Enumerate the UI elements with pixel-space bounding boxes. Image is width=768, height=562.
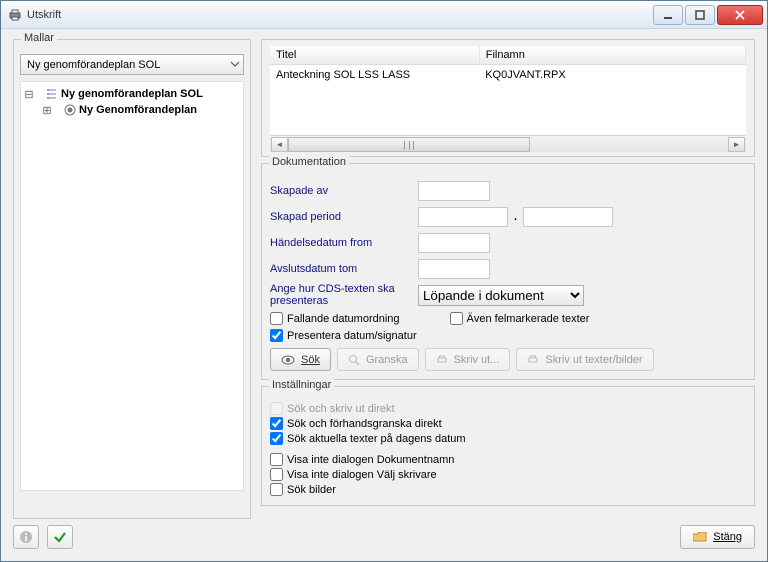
installningar-legend: Inställningar [269, 379, 334, 391]
dokumentation-legend: Dokumentation [269, 156, 349, 168]
close-window-button[interactable] [717, 5, 763, 25]
cell-filename: KQ0JVANT.RPX [479, 65, 745, 86]
visa-valj-label: Visa inte dialogen Välj skrivare [287, 469, 437, 481]
printer-small-icon [527, 354, 539, 366]
skriv-ut-button[interactable]: Skriv ut... [425, 348, 511, 371]
printer-small-icon [436, 354, 448, 366]
period-separator: . [514, 211, 517, 223]
folder-icon [693, 532, 707, 543]
mallar-group: Mallar Ny genomförandeplan SOL ⊟ Ny geno… [13, 39, 251, 519]
skapade-av-label: Skapade av [270, 185, 418, 197]
magnifier-icon [348, 354, 360, 366]
confirm-button[interactable] [47, 525, 73, 549]
horizontal-scrollbar[interactable]: ◄ ► [270, 135, 746, 152]
sok-forhands-check[interactable]: Sök och förhandsgranska direkt [270, 416, 746, 431]
aven-label: Även felmarkerade texter [467, 313, 590, 325]
scroll-track[interactable] [288, 137, 728, 152]
handelsedatum-input[interactable] [418, 233, 490, 253]
cds-label: Ange hur CDS-texten ska presenteras [270, 283, 418, 307]
cds-select[interactable]: Löpande i dokument [418, 285, 584, 306]
col-title[interactable]: Titel [270, 46, 479, 65]
chevron-down-icon [231, 61, 239, 69]
cell-title: Anteckning SOL LSS LASS [270, 65, 479, 86]
window-title: Utskrift [27, 9, 651, 21]
expand-icon[interactable]: ⊞ [41, 104, 53, 117]
info-button[interactable] [13, 525, 39, 549]
skapad-period-label: Skapad period [270, 211, 418, 223]
scroll-right-icon[interactable]: ► [728, 137, 745, 152]
granska-button[interactable]: Granska [337, 348, 419, 371]
check-icon [53, 530, 67, 544]
printer-icon [7, 7, 23, 23]
scroll-left-icon[interactable]: ◄ [271, 137, 288, 152]
target-icon [63, 104, 77, 116]
window: Utskrift Mallar Ny genomförandeplan SOL [0, 0, 768, 562]
avslutsdatum-label: Avslutsdatum tom [270, 263, 418, 275]
tree-child-label: Ny Genomförandeplan [77, 104, 197, 116]
presentera-label: Presentera datum/signatur [287, 330, 417, 342]
avslutsdatum-input[interactable] [418, 259, 490, 279]
table-row[interactable]: Anteckning SOL LSS LASS KQ0JVANT.RPX [270, 65, 746, 86]
installningar-group: Inställningar Sök och skriv ut direkt Sö… [261, 386, 755, 506]
sok-aktuella-check[interactable]: Sök aktuella texter på dagens datum [270, 431, 746, 446]
mallar-dropdown-value: Ny genomförandeplan SOL [27, 59, 160, 71]
sok-button[interactable]: Sök [270, 348, 331, 371]
dokumentation-group: Dokumentation Skapade av Skapad period .… [261, 163, 755, 380]
scroll-thumb[interactable] [288, 137, 530, 152]
minimize-button[interactable] [653, 5, 683, 25]
tree-root-node[interactable]: ⊟ Ny genomförandeplan SOL [23, 86, 241, 102]
presentera-check[interactable]: Presentera datum/signatur [270, 329, 746, 342]
tree-child-node[interactable]: ⊞ Ny Genomförandeplan [23, 102, 241, 118]
tree-branch-icon [45, 88, 59, 100]
sok-bilder-check[interactable]: Sök bilder [270, 482, 746, 497]
collapse-icon[interactable]: ⊟ [23, 88, 35, 101]
sok-direkt-label: Sök och skriv ut direkt [287, 403, 395, 415]
skapade-av-input[interactable] [418, 181, 490, 201]
template-tree[interactable]: ⊟ Ny genomförandeplan SOL ⊞ Ny Genomföra… [20, 81, 244, 491]
mallar-legend: Mallar [21, 32, 57, 44]
skapad-period-from-input[interactable] [418, 207, 508, 227]
skapad-period-to-input[interactable] [523, 207, 613, 227]
files-table[interactable]: Titel Filnamn Anteckning SOL LSS LASS KQ… [270, 46, 746, 85]
col-filename[interactable]: Filnamn [479, 46, 745, 65]
visa-valj-check[interactable]: Visa inte dialogen Välj skrivare [270, 467, 746, 482]
handelsedatum-label: Händelsedatum from [270, 237, 418, 249]
titlebar: Utskrift [1, 1, 767, 29]
sok-direkt-check: Sök och skriv ut direkt [270, 401, 746, 416]
mallar-dropdown[interactable]: Ny genomförandeplan SOL [20, 54, 244, 75]
aven-check[interactable]: Även felmarkerade texter [450, 312, 590, 325]
eye-icon [281, 355, 295, 365]
sok-aktuella-label: Sök aktuella texter på dagens datum [287, 433, 466, 445]
files-table-box: Titel Filnamn Anteckning SOL LSS LASS KQ… [261, 39, 755, 157]
visa-dok-label: Visa inte dialogen Dokumentnamn [287, 454, 454, 466]
info-icon [19, 530, 33, 544]
skriv-ut-texter-bilder-button[interactable]: Skriv ut texter/bilder [516, 348, 653, 371]
stang-button[interactable]: Stäng [680, 525, 755, 549]
tree-root-label: Ny genomförandeplan SOL [59, 88, 203, 100]
visa-dok-check[interactable]: Visa inte dialogen Dokumentnamn [270, 452, 746, 467]
stang-label: Stäng [713, 531, 742, 543]
fallande-check[interactable]: Fallande datumordning [270, 312, 400, 325]
maximize-button[interactable] [685, 5, 715, 25]
sok-bilder-label: Sök bilder [287, 484, 336, 496]
fallande-label: Fallande datumordning [287, 313, 400, 325]
sok-forhands-label: Sök och förhandsgranska direkt [287, 418, 442, 430]
